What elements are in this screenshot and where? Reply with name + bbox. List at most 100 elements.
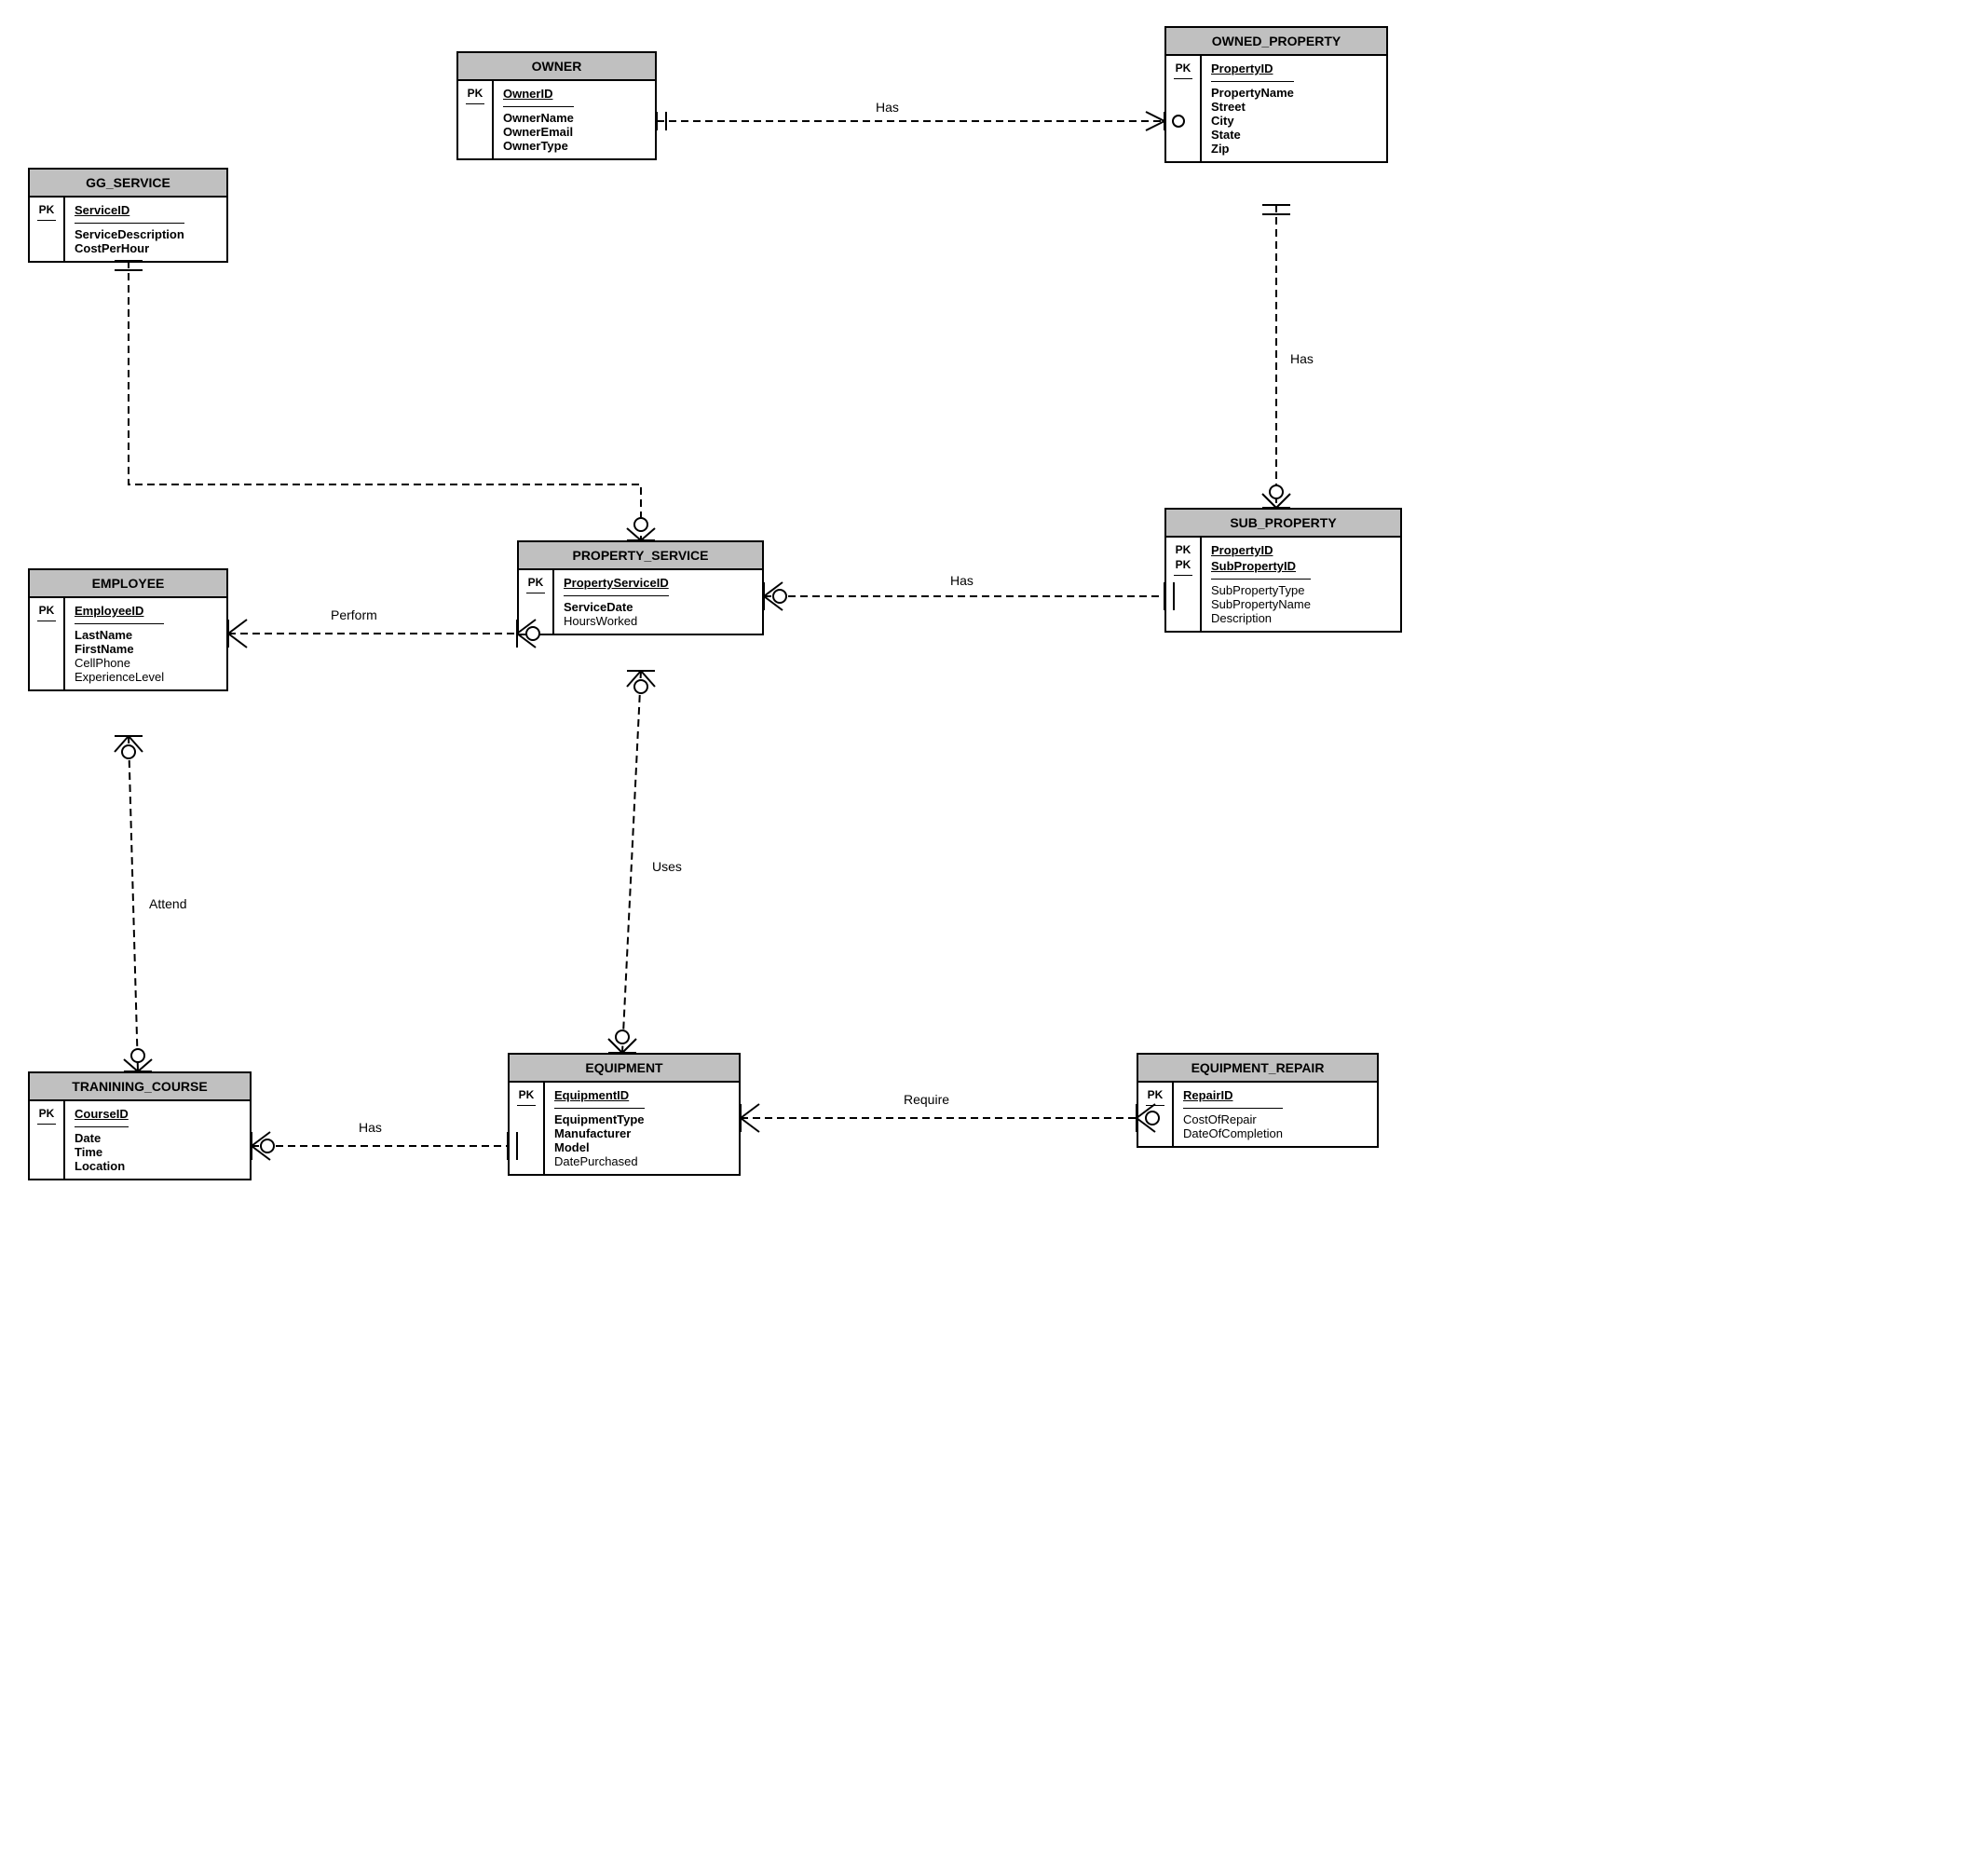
crow2-equip-r [741,1118,759,1132]
entity-training-course-title: TRANINING_COURSE [30,1073,250,1101]
attr-lastname: LastName [75,628,164,642]
entity-employee: EMPLOYEE PK EmployeeID LastName FirstNam… [28,568,228,691]
pk-label-1: PK [1176,543,1191,556]
attr-experience: ExperienceLevel [75,670,164,684]
crow2-equip-top [622,1039,636,1053]
crow2-ps-bot [641,671,655,687]
crow2-emp-bot [129,736,143,752]
circle-ps-r [773,590,786,603]
attr-property-name: PropertyName [1211,86,1294,100]
crow2-ps-l [517,634,536,648]
label-has-ps-sub: Has [950,573,974,588]
attr-equipment-id: EquipmentID [554,1088,645,1102]
entity-gg-service: GG_SERVICE PK ServiceID ServiceDescripti… [28,168,228,263]
pk-label: PK [468,87,483,100]
attr-owner-id: OwnerID [503,87,574,101]
pk-label: PK [39,604,55,617]
attr-equipment-type: EquipmentType [554,1112,645,1126]
crow1-sub [1262,494,1276,508]
crow1-equip-r [741,1104,759,1118]
circle-emp-bot [122,745,135,758]
pk-label: PK [519,1088,535,1101]
attr-location: Location [75,1159,129,1173]
attr-property-service-id: PropertyServiceID [564,576,669,590]
entity-equipment-repair-title: EQUIPMENT_REPAIR [1138,1055,1377,1083]
attr-sub-property-name: SubPropertyName [1211,597,1311,611]
label-has-owned-sub: Has [1290,351,1314,366]
crow2-emp [228,634,247,648]
pk-label: PK [39,203,55,216]
entity-training-course: TRANINING_COURSE PK CourseID Date Time L… [28,1071,252,1180]
attr-course-id: CourseID [75,1107,129,1121]
label-uses: Uses [652,859,682,874]
attr-street: Street [1211,100,1294,114]
attr-city: City [1211,114,1294,128]
attr-service-desc: ServiceDescription [75,227,184,241]
entity-gg-service-title: GG_SERVICE [30,170,226,198]
entity-property-service: PROPERTY_SERVICE PK PropertyServiceID Se… [517,540,764,635]
pk-label: PK [1176,61,1191,75]
attr-firstname: FirstName [75,642,164,656]
crow1-owned [1146,112,1164,121]
entity-equipment: EQUIPMENT PK EquipmentID EquipmentType M… [508,1053,741,1176]
circle-equip-top [616,1030,629,1043]
crow1-ps-r [764,582,783,596]
attr-sub-property-type: SubPropertyType [1211,583,1311,597]
crow2-tc-top [138,1059,152,1071]
entity-owner-title: OWNER [458,53,655,81]
circle-tc-top [131,1049,144,1062]
attr-property-id: PropertyID [1211,61,1294,75]
er-diagram: GG_SERVICE PK ServiceID ServiceDescripti… [0,0,1988,1855]
attr-manufacturer: Manufacturer [554,1126,645,1140]
circle-ps-top [634,518,647,531]
attr-cost-of-repair: CostOfRepair [1183,1112,1283,1126]
attr-date-purchased: DatePurchased [554,1154,645,1168]
line-emp-tc [129,736,138,1071]
entity-owned-property-title: OWNED_PROPERTY [1166,28,1386,56]
attr-state: State [1211,128,1294,142]
entity-owner: OWNER PK OwnerID OwnerName OwnerEmail Ow… [456,51,657,160]
label-attend: Attend [149,896,186,911]
crow1-ps [627,528,641,540]
attr-date-of-completion: DateOfCompletion [1183,1126,1283,1140]
attr-cellphone: CellPhone [75,656,164,670]
attr-date: Date [75,1131,129,1145]
entity-sub-property: SUB_PROPERTY PK PK PropertyID SubPropert… [1164,508,1402,633]
pk-label: PK [528,576,544,589]
circle-sub-top [1270,485,1283,498]
crow1-emp-bot [115,736,129,752]
crow2-owned [1146,121,1164,130]
attr-employee-id: EmployeeID [75,604,164,618]
pk-label-2: PK [1176,558,1191,571]
attr-sub-property-id1: PropertyID [1211,543,1311,557]
line-gg-ps [129,261,641,540]
attr-zip: Zip [1211,142,1294,156]
attr-model: Model [554,1140,645,1154]
entity-employee-title: EMPLOYEE [30,570,226,598]
crow1-ps-bot [627,671,641,687]
crow1-tc-top [124,1059,138,1071]
relationship-lines: Has Has P [0,0,1988,1855]
attr-service-id: ServiceID [75,203,184,217]
attr-owner-name: OwnerName [503,111,574,125]
crow1-emp [228,620,247,634]
crow2-tc-r [252,1146,270,1160]
attr-service-date: ServiceDate [564,600,669,614]
crow2-ps [641,528,655,540]
circle-tc-r [261,1139,274,1153]
pk-label: PK [1148,1088,1164,1101]
entity-sub-property-title: SUB_PROPERTY [1166,510,1400,538]
crow2-ps-r [764,596,783,610]
crow2-sub [1276,494,1290,508]
attr-time: Time [75,1145,129,1159]
attr-owner-type: OwnerType [503,139,574,153]
attr-repair-id: RepairID [1183,1088,1283,1102]
crow1-tc-r [252,1132,270,1146]
attr-owner-email: OwnerEmail [503,125,574,139]
attr-hours-worked: HoursWorked [564,614,669,628]
circle-ps-bot [634,680,647,693]
label-require: Require [904,1092,949,1107]
entity-owned-property: OWNED_PROPERTY PK PropertyID PropertyNam… [1164,26,1388,163]
label-has-tc-equip: Has [359,1120,382,1135]
attr-sub-property-id2: SubPropertyID [1211,559,1311,573]
